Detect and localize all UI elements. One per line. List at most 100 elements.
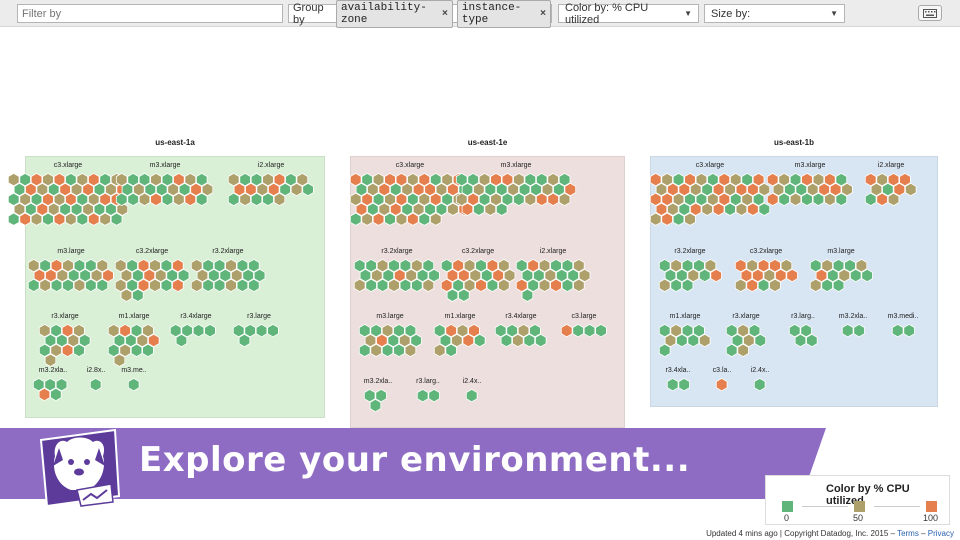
host-hexagon[interactable] xyxy=(65,212,77,226)
host-hexagon[interactable] xyxy=(44,353,57,367)
host-hexagon[interactable] xyxy=(693,323,706,338)
instance-group-r3.larg..[interactable] xyxy=(416,388,442,405)
host-hexagon[interactable] xyxy=(558,192,571,207)
host-hexagon[interactable] xyxy=(404,323,416,338)
host-hexagon[interactable] xyxy=(718,192,731,207)
host-hexagon[interactable] xyxy=(780,258,792,273)
host-hexagon[interactable] xyxy=(535,172,548,187)
host-hexagon[interactable] xyxy=(355,182,368,197)
host-hexagon[interactable] xyxy=(725,323,738,338)
host-hexagon[interactable] xyxy=(381,343,393,358)
host-hexagon[interactable] xyxy=(392,343,405,358)
host-hexagon[interactable] xyxy=(452,278,464,293)
host-hexagon[interactable] xyxy=(532,268,545,283)
host-hexagon[interactable] xyxy=(812,192,825,207)
host-hexagon[interactable] xyxy=(175,333,188,348)
host-hexagon[interactable] xyxy=(160,278,173,293)
host-hexagon[interactable] xyxy=(372,172,385,187)
host-hexagon[interactable] xyxy=(225,278,237,293)
host-hexagon[interactable] xyxy=(148,333,160,348)
host-hexagon[interactable] xyxy=(62,258,74,273)
host-hexagon[interactable] xyxy=(242,268,254,283)
host-hexagon[interactable] xyxy=(105,202,117,216)
host-hexagon[interactable] xyxy=(202,278,214,293)
host-hexagon[interactable] xyxy=(250,172,263,187)
host-hexagon[interactable] xyxy=(369,398,381,413)
host-hexagon[interactable] xyxy=(512,333,524,348)
host-hexagon[interactable] xyxy=(196,172,208,187)
host-hexagon[interactable] xyxy=(440,278,453,293)
host-hexagon[interactable] xyxy=(484,182,497,197)
host-hexagon[interactable] xyxy=(67,333,80,348)
host-hexagon[interactable] xyxy=(905,182,917,197)
host-hexagon[interactable] xyxy=(39,278,52,293)
instance-group-c3.xlarge[interactable] xyxy=(7,172,131,229)
host-hexagon[interactable] xyxy=(524,192,537,207)
host-hexagon[interactable] xyxy=(407,172,419,187)
host-hexagon[interactable] xyxy=(684,172,696,187)
host-hexagon[interactable] xyxy=(110,212,123,226)
host-hexagon[interactable] xyxy=(162,192,174,207)
host-hexagon[interactable] xyxy=(757,258,769,273)
instance-group-m3.2xla..[interactable] xyxy=(363,388,395,415)
host-hexagon[interactable] xyxy=(724,182,736,197)
host-hexagon[interactable] xyxy=(427,388,440,403)
host-hexagon[interactable] xyxy=(62,323,74,338)
host-hexagon[interactable] xyxy=(902,323,915,338)
host-hexagon[interactable] xyxy=(774,268,787,283)
host-hexagon[interactable] xyxy=(196,268,209,283)
host-hexagon[interactable] xyxy=(256,182,269,197)
host-hexagon[interactable] xyxy=(446,268,459,283)
instance-group-r3.larg..[interactable] xyxy=(788,323,820,350)
host-hexagon[interactable] xyxy=(767,192,779,207)
host-hexagon[interactable] xyxy=(160,258,173,273)
host-hexagon[interactable] xyxy=(451,333,463,348)
host-hexagon[interactable] xyxy=(355,202,368,216)
host-hexagon[interactable] xyxy=(675,268,688,283)
host-hexagon[interactable] xyxy=(687,268,699,283)
host-hexagon[interactable] xyxy=(676,333,688,348)
instance-group-m3.xlarge[interactable] xyxy=(116,172,216,209)
privacy-link[interactable]: Privacy xyxy=(928,529,954,538)
host-hexagon[interactable] xyxy=(239,172,252,187)
host-hexagon[interactable] xyxy=(484,202,497,216)
host-hexagon[interactable] xyxy=(127,192,140,207)
host-hexagon[interactable] xyxy=(820,258,833,273)
host-hexagon[interactable] xyxy=(50,343,63,358)
host-hexagon[interactable] xyxy=(79,333,91,348)
host-hexagon[interactable] xyxy=(672,172,685,187)
host-hexagon[interactable] xyxy=(672,212,685,226)
host-hexagon[interactable] xyxy=(649,172,662,187)
host-hexagon[interactable] xyxy=(173,172,186,187)
host-hexagon[interactable] xyxy=(99,172,111,187)
host-hexagon[interactable] xyxy=(367,202,379,216)
host-hexagon[interactable] xyxy=(19,192,31,207)
host-hexagon[interactable] xyxy=(535,333,547,348)
host-hexagon[interactable] xyxy=(876,192,889,207)
host-hexagon[interactable] xyxy=(513,172,525,187)
host-hexagon[interactable] xyxy=(835,192,848,207)
host-hexagon[interactable] xyxy=(527,278,539,293)
host-hexagon[interactable] xyxy=(820,278,833,293)
host-hexagon[interactable] xyxy=(87,192,100,207)
host-hexagon[interactable] xyxy=(649,212,662,226)
host-hexagon[interactable] xyxy=(59,182,71,197)
host-hexagon[interactable] xyxy=(521,268,534,283)
host-hexagon[interactable] xyxy=(547,192,559,207)
color-by-select[interactable]: Color by: % CPU utilized ▼ xyxy=(558,2,699,26)
host-hexagon[interactable] xyxy=(42,172,54,187)
host-hexagon[interactable] xyxy=(28,278,40,293)
instance-group-r3.xlarge[interactable] xyxy=(725,323,769,360)
host-hexagon[interactable] xyxy=(47,182,60,197)
host-hexagon[interactable] xyxy=(801,172,813,187)
host-hexagon[interactable] xyxy=(150,172,163,187)
host-hexagon[interactable] xyxy=(116,192,128,207)
host-hexagon[interactable] xyxy=(273,172,286,187)
host-hexagon[interactable] xyxy=(136,333,149,348)
host-hexagon[interactable] xyxy=(795,182,808,197)
host-hexagon[interactable] xyxy=(184,172,197,187)
host-hexagon[interactable] xyxy=(767,172,779,187)
host-hexagon[interactable] xyxy=(461,202,474,216)
host-hexagon[interactable] xyxy=(133,182,146,197)
host-hexagon[interactable] xyxy=(76,212,89,226)
